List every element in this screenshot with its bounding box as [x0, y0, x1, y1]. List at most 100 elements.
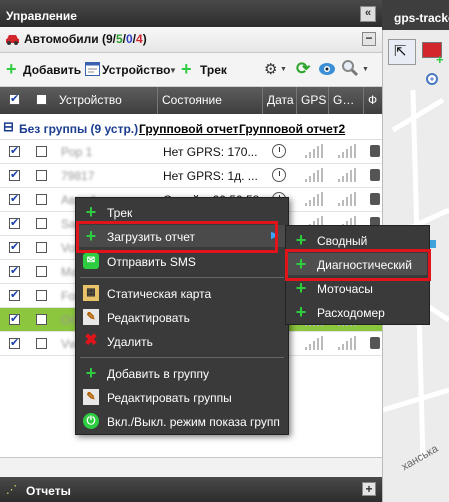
panel-header: Управление	[0, 0, 382, 27]
clock-icon	[272, 168, 286, 182]
context-menu-item[interactable]: ▦ Статическая карта	[77, 282, 287, 304]
row-checkbox[interactable]	[9, 312, 20, 325]
row-checkbox[interactable]	[9, 144, 20, 157]
menu-item-label: Статическая карта	[107, 287, 212, 301]
col-device[interactable]: Устройство	[55, 87, 158, 114]
collapse-panel-button[interactable]: «	[360, 6, 376, 22]
plus-icon: +	[295, 230, 307, 250]
panel-title: Управление	[6, 9, 77, 23]
edit-icon: ✎	[83, 389, 99, 405]
device-status: Нет GPRS: 1д. ...	[163, 169, 258, 183]
row-checkbox[interactable]	[9, 336, 20, 349]
row-checkbox-2[interactable]	[36, 194, 47, 205]
refresh-icon[interactable]: ⟳	[296, 59, 310, 79]
row-checkbox-2[interactable]	[36, 290, 47, 301]
group-collapse-icon[interactable]: ⊟	[3, 119, 14, 135]
gear-icon[interactable]: ⚙	[264, 60, 277, 78]
power-icon: ⏻	[83, 413, 99, 429]
select-tool-button[interactable]: ⇱	[388, 39, 416, 65]
context-menu-item[interactable]: + Добавить в группу	[77, 362, 287, 384]
row-checkbox-2[interactable]	[36, 242, 47, 253]
row-checkbox[interactable]	[9, 288, 20, 301]
menu-item-label: Вкл./Выкл. режим показа групп	[107, 415, 280, 429]
clock-icon	[272, 144, 286, 158]
highlight-load-report	[76, 221, 278, 253]
col-date[interactable]: Дата	[263, 87, 297, 114]
count-idle: 0	[125, 32, 133, 46]
zoom-in-icon[interactable]	[425, 72, 441, 88]
submenu-item[interactable]: + Сводный	[287, 229, 427, 251]
sms-icon: ✉	[83, 253, 99, 269]
eye-icon[interactable]	[318, 62, 336, 76]
group-report2-link[interactable]: Групповой отчет2	[239, 122, 345, 136]
col-status[interactable]: Состояние	[158, 87, 263, 114]
row-checkbox[interactable]	[9, 240, 20, 253]
menu-item-label: Удалить	[107, 335, 153, 349]
gsm-signal-icon	[338, 144, 356, 158]
submenu-item[interactable]: + Расходомер	[287, 301, 427, 323]
gps-signal-icon	[305, 336, 323, 350]
col-f[interactable]: Ф	[364, 87, 382, 114]
group-report-link[interactable]: Групповой отчет	[139, 122, 239, 136]
menu-divider	[80, 357, 284, 358]
context-menu-item[interactable]: ✎ Редактировать	[77, 306, 287, 328]
row-checkbox[interactable]	[9, 216, 20, 229]
menu-item-label: Добавить в группу	[107, 367, 209, 381]
device-name: Pop 1	[61, 145, 93, 159]
row-checkbox-2[interactable]	[36, 266, 47, 277]
camera-icon	[370, 337, 380, 349]
row-checkbox-2[interactable]	[36, 146, 47, 157]
row-checkbox-2[interactable]	[36, 314, 47, 325]
context-menu-item[interactable]: + Трек	[77, 201, 287, 223]
device-name: 79817	[61, 169, 95, 183]
device-status: Нет GPRS: 170...	[163, 145, 258, 159]
search-chevron-icon: ▼	[362, 66, 369, 73]
select-all-checkbox[interactable]	[9, 92, 20, 105]
plus-icon: +	[295, 302, 307, 322]
add-area-icon: +	[436, 52, 444, 67]
col-gps[interactable]: GPS	[297, 87, 329, 114]
vehicles-collapse-button[interactable]: −	[362, 32, 376, 46]
gsm-signal-icon	[338, 168, 356, 182]
menu-item-label: Редактировать	[107, 311, 190, 325]
plus-icon: +	[295, 278, 307, 298]
menu-item-label: Редактировать группы	[107, 391, 232, 405]
col-gsm[interactable]: G…	[329, 87, 364, 114]
gps-signal-icon	[305, 168, 323, 182]
count-online: 5	[115, 32, 123, 46]
row-checkbox[interactable]	[9, 264, 20, 277]
table-row[interactable]: 79817 Нет GPRS: 1д. ...	[0, 164, 382, 188]
context-menu-item[interactable]: ⏻ Вкл./Выкл. режим показа групп	[77, 410, 287, 432]
panel-footer	[0, 457, 382, 477]
table-row[interactable]: Pop 1 Нет GPRS: 170...	[0, 140, 382, 164]
select-all-checkbox-2[interactable]	[36, 94, 47, 105]
reports-panel-header[interactable]: Отчеты	[0, 477, 382, 502]
add-button[interactable]: Добавить	[23, 63, 81, 77]
gps-signal-icon	[305, 144, 323, 158]
row-checkbox-2[interactable]	[36, 338, 47, 349]
gsm-signal-icon	[338, 192, 356, 206]
reports-expand-button[interactable]: +	[362, 482, 376, 496]
cursor-icon: ⇱	[394, 43, 407, 60]
menu-divider	[80, 277, 284, 278]
submenu-item-label: Сводный	[317, 234, 368, 248]
row-checkbox[interactable]	[9, 192, 20, 205]
plus-icon: +	[85, 363, 97, 383]
track-button[interactable]: Трек	[200, 63, 227, 77]
device-menu-button[interactable]: Устройство	[102, 63, 170, 77]
submenu-item-label: Моточасы	[317, 282, 373, 296]
plus-icon: +	[85, 202, 97, 222]
map-tab[interactable]: gps-tracker	[382, 0, 449, 30]
context-menu-item[interactable]: ✉ Отправить SMS	[77, 250, 287, 272]
camera-icon	[370, 169, 380, 181]
gsm-signal-icon	[338, 336, 356, 350]
context-menu-item[interactable]: ✖ Удалить	[77, 330, 287, 352]
context-menu-item[interactable]: ✎ Редактировать группы	[77, 386, 287, 408]
chevron-down-icon: ▼	[169, 66, 177, 75]
row-checkbox[interactable]	[9, 168, 20, 181]
row-checkbox-2[interactable]	[36, 218, 47, 229]
search-icon[interactable]	[341, 59, 359, 77]
highlight-diagnostic	[285, 249, 431, 281]
device-icon	[85, 62, 100, 76]
row-checkbox-2[interactable]	[36, 170, 47, 181]
